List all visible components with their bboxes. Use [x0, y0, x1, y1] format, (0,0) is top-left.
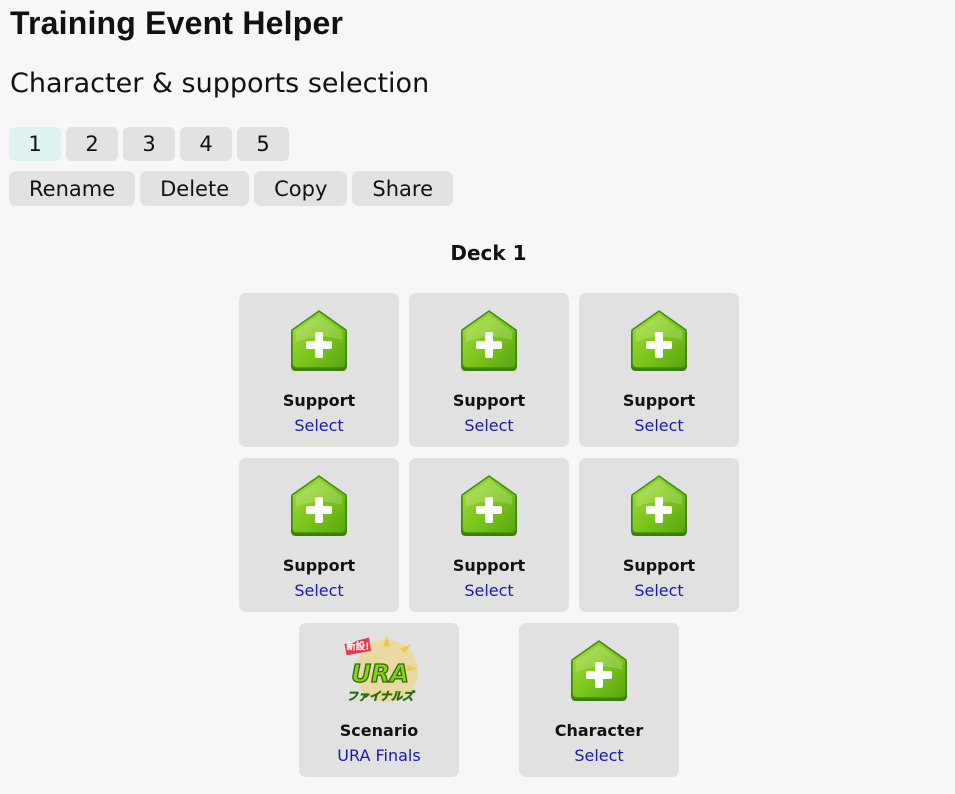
character-select-link[interactable]: Select	[519, 746, 679, 766]
scenario-slot[interactable]: 新設! URA ファイナルズ Scenario URA Finals	[299, 623, 459, 777]
add-icon	[568, 640, 630, 704]
deck-tab-4[interactable]: 4	[180, 127, 232, 161]
support-slot-label: Support	[622, 391, 696, 410]
copy-button[interactable]: Copy	[254, 171, 348, 206]
deck-tab-5[interactable]: 5	[237, 127, 289, 161]
support-slot-label: Support	[282, 391, 356, 410]
deck-tab-3[interactable]: 3	[123, 127, 175, 161]
character-label: Character	[554, 721, 644, 740]
support-slot-label: Support	[622, 556, 696, 575]
support-slot-label: Support	[452, 391, 526, 410]
support-select-link[interactable]: Select	[579, 416, 739, 436]
character-slot[interactable]: Character Select	[519, 623, 679, 777]
support-select-link[interactable]: Select	[239, 581, 399, 601]
add-icon	[628, 310, 690, 374]
support-slot-4[interactable]: Support Select	[239, 458, 399, 612]
deck-tab-2[interactable]: 2	[66, 127, 118, 161]
svg-text:新設!: 新設!	[346, 641, 369, 653]
support-select-link[interactable]: Select	[409, 416, 569, 436]
scenario-label: Scenario	[339, 721, 419, 740]
support-slot-2[interactable]: Support Select	[409, 293, 569, 447]
svg-text:URA: URA	[351, 659, 409, 688]
add-icon	[458, 310, 520, 374]
support-slot-label: Support	[282, 556, 356, 575]
support-slot-5[interactable]: Support Select	[409, 458, 569, 612]
scenario-select-link[interactable]: URA Finals	[299, 746, 459, 766]
deck-actions: Rename Delete Copy Share	[9, 171, 454, 206]
deck-title: Deck 1	[450, 241, 527, 265]
support-select-link[interactable]: Select	[409, 581, 569, 601]
add-icon	[628, 475, 690, 539]
add-icon	[288, 475, 350, 539]
ura-finals-logo: 新設! URA ファイナルズ	[344, 635, 418, 703]
support-select-link[interactable]: Select	[239, 416, 399, 436]
support-slot-6[interactable]: Support Select	[579, 458, 739, 612]
page-title: Training Event Helper	[10, 5, 344, 41]
support-slot-label: Support	[452, 556, 526, 575]
add-icon	[288, 310, 350, 374]
page-subtitle: Character & supports selection	[10, 68, 430, 99]
svg-text:ファイナルズ: ファイナルズ	[347, 690, 415, 703]
add-icon	[458, 475, 520, 539]
support-slot-1[interactable]: Support Select	[239, 293, 399, 447]
deck-tabs: 1 2 3 4 5	[9, 127, 289, 161]
share-button[interactable]: Share	[352, 171, 454, 206]
rename-button[interactable]: Rename	[9, 171, 136, 206]
support-slot-3[interactable]: Support Select	[579, 293, 739, 447]
support-select-link[interactable]: Select	[579, 581, 739, 601]
delete-button[interactable]: Delete	[140, 171, 250, 206]
deck-tab-1[interactable]: 1	[9, 127, 61, 161]
